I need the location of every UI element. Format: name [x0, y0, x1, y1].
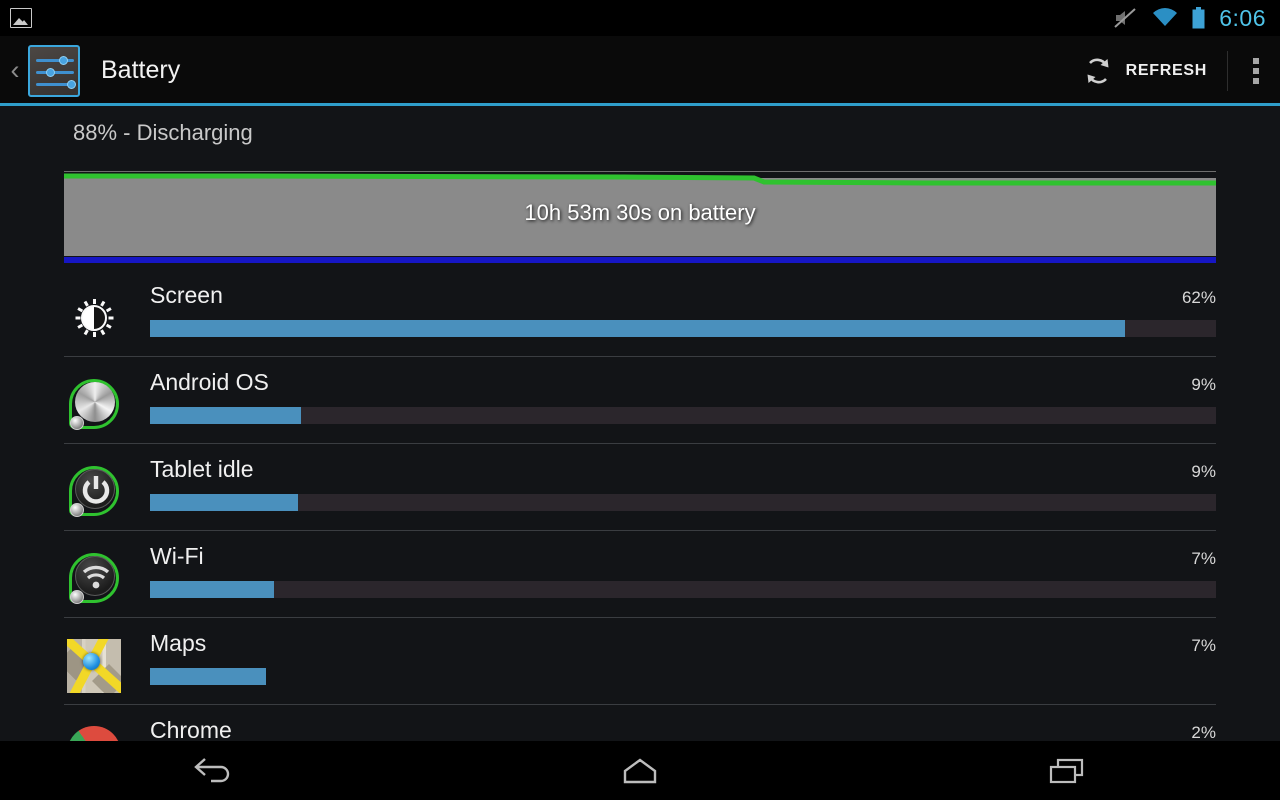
table-row[interactable]: Wi-Fi 7% — [0, 530, 1280, 617]
android-screen: 6:06 ‹ Battery REFRESH 88% - Discharging… — [0, 0, 1280, 800]
page-title: Battery — [101, 56, 181, 84]
usage-bar-track — [150, 668, 1216, 685]
battery-content: 88% - Discharging 10h 53m 30s on battery — [0, 106, 1280, 741]
status-bar: 6:06 — [0, 0, 1280, 36]
back-icon[interactable] — [0, 741, 427, 800]
settings-sliders-icon[interactable] — [28, 44, 80, 97]
usage-bar-fill — [150, 668, 267, 685]
app-name: Android OS — [150, 369, 269, 395]
volume-muted-icon — [1114, 8, 1136, 28]
app-percent: 7% — [1191, 549, 1216, 568]
recent-apps-icon[interactable] — [853, 741, 1280, 800]
app-name: Screen — [150, 282, 223, 308]
chrome-icon — [64, 723, 124, 741]
status-bar-clock: 6:06 — [1219, 4, 1266, 31]
table-row[interactable]: Screen 62% — [0, 269, 1280, 356]
battery-status-text: 88% - Discharging — [73, 120, 253, 145]
wifi-icon — [1153, 8, 1178, 26]
app-name: Tablet idle — [150, 456, 254, 482]
status-bar-system-icons[interactable]: 6:06 — [1114, 5, 1280, 32]
usage-bar-fill — [150, 581, 274, 598]
refresh-icon — [1087, 58, 1109, 83]
up-navigation-button[interactable]: ‹ — [2, 57, 28, 84]
image-notification-icon — [10, 8, 32, 28]
android-os-icon — [64, 375, 124, 435]
refresh-label: REFRESH — [1125, 61, 1207, 79]
app-name: Maps — [150, 630, 207, 656]
battery-icon — [1192, 7, 1205, 29]
usage-bar-track — [150, 494, 1216, 511]
screen-brightness-icon — [64, 288, 124, 348]
status-bar-notifications[interactable] — [0, 8, 32, 28]
maps-icon — [64, 636, 124, 696]
action-bar-actions: REFRESH — [1067, 36, 1280, 105]
battery-usage-list: Screen 62% Android OS 9% Tablet idle 9% … — [0, 269, 1280, 741]
home-icon[interactable] — [427, 741, 854, 800]
battery-history-graph[interactable]: 10h 53m 30s on battery — [64, 169, 1216, 264]
usage-bar-fill — [150, 407, 302, 424]
table-row[interactable]: Maps 7% — [0, 617, 1280, 704]
power-idle-icon — [64, 462, 124, 522]
wifi-usage-icon — [64, 549, 124, 609]
app-percent: 7% — [1191, 636, 1216, 655]
table-row[interactable]: Chrome 2% — [0, 704, 1280, 741]
graph-baseline — [64, 257, 1216, 263]
refresh-button[interactable]: REFRESH — [1067, 36, 1223, 105]
app-name: Wi-Fi — [150, 543, 204, 569]
graph-duration-label: 10h 53m 30s on battery — [524, 199, 756, 225]
app-percent: 9% — [1191, 462, 1216, 481]
usage-bar-fill — [150, 494, 299, 511]
overflow-menu-icon[interactable] — [1232, 36, 1280, 105]
app-name: Chrome — [150, 717, 232, 741]
usage-bar-track — [150, 320, 1216, 337]
app-percent: 2% — [1191, 723, 1216, 741]
table-row[interactable]: Tablet idle 9% — [0, 443, 1280, 530]
action-bar: ‹ Battery REFRESH — [0, 36, 1280, 105]
action-bar-divider — [1227, 50, 1228, 91]
navigation-bar — [0, 741, 1280, 800]
usage-bar-track — [150, 407, 1216, 424]
app-percent: 62% — [1181, 288, 1216, 307]
app-percent: 9% — [1191, 375, 1216, 394]
table-row[interactable]: Android OS 9% — [0, 356, 1280, 443]
usage-bar-fill — [150, 320, 1126, 337]
usage-bar-track — [150, 581, 1216, 598]
